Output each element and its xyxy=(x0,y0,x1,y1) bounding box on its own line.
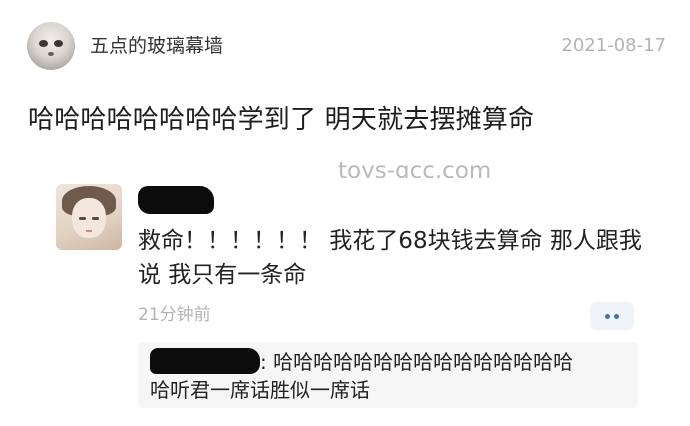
avatar-mouth xyxy=(86,230,92,232)
post-date: 2021-08-17 xyxy=(561,35,666,56)
more-dots-icon xyxy=(614,314,619,319)
weibo-post: 五点的玻璃幕墙 2021-08-17 哈哈哈哈哈哈哈哈学到了 明天就去摆摊算命 … xyxy=(0,0,690,426)
avatar-nose xyxy=(48,52,54,56)
user-avatar[interactable] xyxy=(27,22,75,70)
reply-box[interactable]: : 哈哈哈哈哈哈哈哈哈哈哈哈哈哈哈 哈听君一席话胜似一席话 xyxy=(138,342,638,408)
comment-text: 救命！！！！！！ 我花了68块钱去算命 那人跟我说 我只有一条命 xyxy=(138,228,642,288)
more-options-button[interactable] xyxy=(590,302,634,330)
avatar-eye xyxy=(54,40,63,47)
avatar-eye xyxy=(92,217,99,220)
more-dots-icon xyxy=(605,314,610,319)
post-text: 哈哈哈哈哈哈哈哈学到了 明天就去摆摊算命 xyxy=(28,105,535,135)
avatar-eye xyxy=(79,217,86,220)
reply-text-line-1: : 哈哈哈哈哈哈哈哈哈哈哈哈哈哈哈 xyxy=(260,350,574,374)
avatar-face xyxy=(72,198,106,238)
commenter-avatar[interactable] xyxy=(56,184,122,250)
reply-text-line-2: 哈听君一席话胜似一席话 xyxy=(150,378,370,402)
embedded-comment-card: 救命！！！！！！ 我花了68块钱去算命 那人跟我说 我只有一条命 21分钟前 :… xyxy=(42,178,662,410)
redacted-replier-name xyxy=(150,348,260,374)
username-link[interactable]: 五点的玻璃幕墙 xyxy=(90,34,223,58)
comment-time: 21分钟前 xyxy=(138,305,211,325)
redacted-commenter-name xyxy=(138,186,214,214)
avatar-eye xyxy=(39,40,48,47)
